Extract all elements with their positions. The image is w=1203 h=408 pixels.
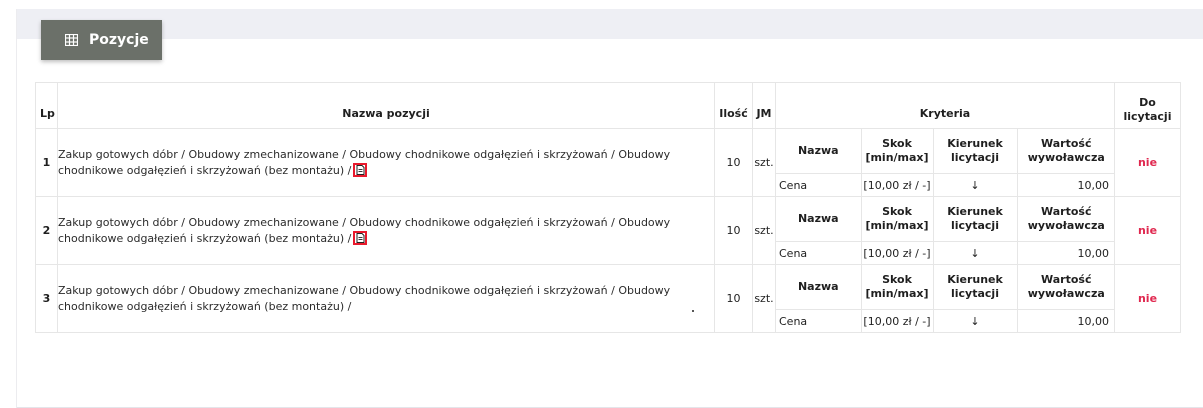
document-icon[interactable] xyxy=(353,162,368,177)
header-qty: Ilość xyxy=(714,82,753,129)
row-auction-status: nie xyxy=(1114,196,1181,265)
criteria-name: Cena xyxy=(776,241,862,264)
criteria-header-step: Skok [min/max] xyxy=(860,129,934,174)
header-auction: Do licytacji xyxy=(1114,82,1181,129)
row-auction-status: nie xyxy=(1114,128,1181,197)
row-criteria: Nazwa Skok [min/max] Kierunek licytacji … xyxy=(775,264,1115,333)
row-criteria: Nazwa Skok [min/max] Kierunek licytacji … xyxy=(775,196,1115,265)
table-grid-icon xyxy=(64,33,79,47)
table-row: 1 Zakup gotowych dóbr / Obudowy zmechani… xyxy=(35,128,1181,197)
row-criteria: Nazwa Skok [min/max] Kierunek licytacji … xyxy=(775,128,1115,197)
criteria-starting-value: 10,00 xyxy=(1016,173,1115,196)
criteria-direction: ↓ xyxy=(932,241,1018,264)
row-lp: 1 xyxy=(35,128,58,197)
row-unit: szt. xyxy=(752,196,776,265)
tab-positions-label: Pozycje xyxy=(89,32,149,48)
criteria-direction: ↓ xyxy=(932,309,1018,332)
criteria-header-direction: Kierunek licytacji xyxy=(932,265,1018,310)
row-auction-status: nie xyxy=(1114,264,1181,333)
criteria-header-direction: Kierunek licytacji xyxy=(932,129,1018,174)
criteria-table: Nazwa Skok [min/max] Kierunek licytacji … xyxy=(776,129,1115,196)
header-criteria: Kryteria xyxy=(775,82,1115,129)
criteria-table: Nazwa Skok [min/max] Kierunek licytacji … xyxy=(776,197,1115,264)
document-icon[interactable] xyxy=(353,230,368,245)
criteria-header-starting-value: Wartość wywoławcza xyxy=(1016,129,1115,174)
row-qty: 10 xyxy=(714,196,753,265)
stray-dot xyxy=(692,310,694,312)
panel-header-band xyxy=(17,9,1203,39)
tab-positions[interactable]: Pozycje xyxy=(41,20,162,60)
criteria-header-starting-value: Wartość wywoławcza xyxy=(1016,197,1115,242)
criteria-header-name: Nazwa xyxy=(776,129,862,174)
row-unit: szt. xyxy=(752,128,776,197)
positions-table: Lp Nazwa pozycji Ilość JM Kryteria Do li… xyxy=(35,82,1181,333)
criteria-header-starting-value: Wartość wywoławcza xyxy=(1016,265,1115,310)
header-lp: Lp xyxy=(35,82,58,129)
row-lp: 3 xyxy=(35,264,58,333)
row-name-text: Zakup gotowych dóbr / Obudowy zmechanizo… xyxy=(58,283,671,313)
criteria-header-step: Skok [min/max] xyxy=(860,197,934,242)
row-name: Zakup gotowych dóbr / Obudowy zmechanizo… xyxy=(57,128,715,197)
criteria-header-step: Skok [min/max] xyxy=(860,265,934,310)
criteria-header-direction: Kierunek licytacji xyxy=(932,197,1018,242)
header-unit: JM xyxy=(752,82,776,129)
criteria-step: [10,00 zł / -] xyxy=(860,309,934,332)
criteria-header-name: Nazwa xyxy=(776,197,862,242)
criteria-starting-value: 10,00 xyxy=(1016,309,1115,332)
criteria-step: [10,00 zł / -] xyxy=(860,173,934,196)
table-row: 3 Zakup gotowych dóbr / Obudowy zmechani… xyxy=(35,264,1181,333)
criteria-direction: ↓ xyxy=(932,173,1018,196)
criteria-table: Nazwa Skok [min/max] Kierunek licytacji … xyxy=(776,265,1115,332)
criteria-name: Cena xyxy=(776,173,862,196)
criteria-header-name: Nazwa xyxy=(776,265,862,310)
criteria-starting-value: 10,00 xyxy=(1016,241,1115,264)
row-name: Zakup gotowych dóbr / Obudowy zmechanizo… xyxy=(57,196,715,265)
row-unit: szt. xyxy=(752,264,776,333)
criteria-step: [10,00 zł / -] xyxy=(860,241,934,264)
criteria-name: Cena xyxy=(776,309,862,332)
row-qty: 10 xyxy=(714,264,753,333)
row-name: Zakup gotowych dóbr / Obudowy zmechanizo… xyxy=(57,264,715,333)
table-row: 2 Zakup gotowych dóbr / Obudowy zmechani… xyxy=(35,196,1181,265)
header-name: Nazwa pozycji xyxy=(57,82,715,129)
row-qty: 10 xyxy=(714,128,753,197)
row-lp: 2 xyxy=(35,196,58,265)
